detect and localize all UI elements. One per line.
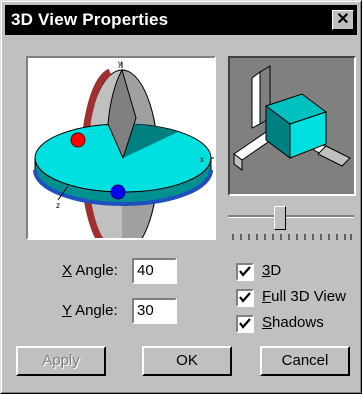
title-bar[interactable]: 3D View Properties ✕ xyxy=(5,5,357,35)
checkbox-3d[interactable] xyxy=(236,263,254,281)
zoom-slider-thumb[interactable] xyxy=(274,206,286,230)
rotation-preview-panel[interactable]: y x z xyxy=(26,56,218,255)
dialog-window: 3D View Properties ✕ y x z X Angle: 40 Y… xyxy=(0,0,362,394)
checkmark-icon xyxy=(239,266,251,277)
box-preview-graphic xyxy=(233,65,351,171)
apply-button[interactable]: Apply xyxy=(16,346,106,376)
axis-z-label: z xyxy=(56,201,60,210)
ok-button[interactable]: OK xyxy=(142,346,232,376)
close-button[interactable]: ✕ xyxy=(332,10,354,30)
checkbox-full-3d-view-label[interactable]: Full 3D View xyxy=(262,288,346,305)
checkmark-icon xyxy=(239,292,251,303)
y-angle-label: Y Angle: xyxy=(62,302,118,319)
checkbox-shadows-label[interactable]: Shadows xyxy=(262,314,324,331)
x-angle-input[interactable]: 40 xyxy=(132,258,177,284)
axis-y-label: y xyxy=(118,59,122,68)
checkbox-3d-label[interactable]: 3D xyxy=(262,262,281,279)
checkbox-shadows[interactable] xyxy=(236,315,254,333)
box-preview-panel xyxy=(228,56,356,196)
axis-x-label: x xyxy=(200,155,204,164)
zoom-slider-ticks xyxy=(232,234,352,240)
close-icon: ✕ xyxy=(336,11,350,28)
y-angle-input[interactable]: 30 xyxy=(132,298,177,324)
x-angle-label: X Angle: xyxy=(62,262,118,279)
rotation-preview-graphic[interactable]: y x z xyxy=(28,58,218,255)
window-title: 3D View Properties xyxy=(11,10,169,29)
checkbox-full-3d-view[interactable] xyxy=(236,289,254,307)
x-rotation-handle xyxy=(70,132,86,148)
zoom-slider-track[interactable] xyxy=(228,215,354,218)
y-rotation-handle xyxy=(110,184,126,200)
checkmark-icon xyxy=(239,318,251,329)
cancel-button[interactable]: Cancel xyxy=(260,346,350,376)
